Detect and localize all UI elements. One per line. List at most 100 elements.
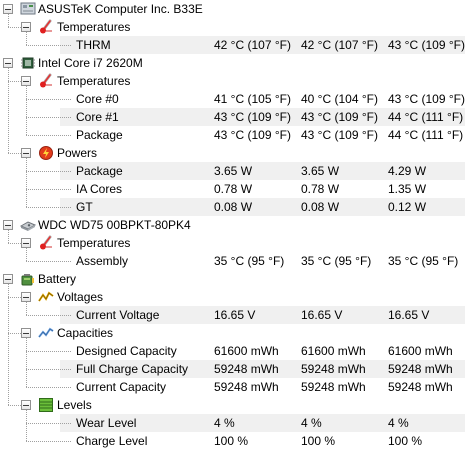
sensor-row[interactable]: Wear Level 4 % 4 % 4 % xyxy=(60,414,465,432)
group-name: Temperatures xyxy=(57,236,131,250)
tree-guide-line xyxy=(26,410,27,441)
tree-guide-line xyxy=(26,338,27,387)
sensor-label: Current Capacity xyxy=(76,380,167,394)
device-name: ASUSTeK Computer Inc. B33E xyxy=(38,2,203,16)
group-row[interactable]: Capacities xyxy=(0,324,465,342)
tree-guide-line xyxy=(26,302,27,315)
collapse-toggle[interactable] xyxy=(3,4,13,14)
group-name: Levels xyxy=(57,398,92,412)
value-max: 4.29 W xyxy=(388,164,427,178)
device-row[interactable]: Intel Core i7 2620M xyxy=(0,54,465,72)
collapse-toggle[interactable] xyxy=(21,148,31,158)
collapse-toggle[interactable] xyxy=(3,58,13,68)
collapse-toggle[interactable] xyxy=(3,274,13,284)
value-current: 100 % xyxy=(214,434,249,448)
tree-guide-line xyxy=(26,86,27,135)
value-min: 4 % xyxy=(301,416,322,430)
tree-guide-line xyxy=(26,32,27,45)
value-min: 42 °C (107 °F) xyxy=(301,38,378,52)
value-min: 43 °C (109 °F) xyxy=(301,128,378,142)
value-min: 16.65 V xyxy=(301,308,343,322)
group-name: Voltages xyxy=(57,290,104,304)
device-name: Battery xyxy=(38,272,77,286)
value-max: 35 °C (95 °F) xyxy=(388,254,459,268)
tree-guide-line xyxy=(8,81,21,82)
sensor-row[interactable]: Core #1 43 °C (109 °F) 43 °C (109 °F) 44 °C… xyxy=(60,108,465,126)
collapse-toggle[interactable] xyxy=(21,328,31,338)
collapse-toggle[interactable] xyxy=(21,400,31,410)
tree-guide-line xyxy=(26,45,71,46)
cpu-chip-icon xyxy=(20,55,36,71)
value-min: 61600 mWh xyxy=(301,344,366,358)
tree-guide-line xyxy=(8,405,21,406)
value-current: 43 °C (109 °F) xyxy=(214,128,291,142)
voltage-icon xyxy=(38,289,54,305)
value-min: 0.78 W xyxy=(301,182,340,196)
thermometer-icon xyxy=(38,73,54,89)
value-max: 4 % xyxy=(388,416,409,430)
collapse-toggle[interactable] xyxy=(3,220,13,230)
group-row[interactable]: Powers xyxy=(0,144,465,162)
value-max: 43 °C (109 °F) xyxy=(388,38,465,52)
value-max: 59248 mWh xyxy=(388,380,453,394)
tree-guide-line xyxy=(8,68,9,153)
tree-guide-line xyxy=(26,248,27,261)
sensor-row[interactable]: Current Voltage 16.65 V 16.65 V 16.65 V xyxy=(60,306,465,324)
group-name: Powers xyxy=(57,146,98,160)
device-name: Intel Core i7 2620M xyxy=(38,56,143,70)
tree-guide-line xyxy=(8,284,9,405)
value-max: 100 % xyxy=(388,434,423,448)
value-max: 61600 mWh xyxy=(388,344,453,358)
value-min: 43 °C (109 °F) xyxy=(301,110,378,124)
sensor-label: Core #1 xyxy=(76,110,119,124)
sensor-label: GT xyxy=(76,200,93,214)
tree-guide-line xyxy=(8,333,21,334)
hard-disk-icon xyxy=(19,217,37,233)
tree-guide-line xyxy=(8,153,21,154)
collapse-toggle[interactable] xyxy=(21,238,31,248)
group-row[interactable]: Temperatures xyxy=(0,234,465,252)
value-current: 16.65 V xyxy=(214,308,256,322)
sensor-row[interactable]: Package 3.65 W 3.65 W 4.29 W xyxy=(60,162,465,180)
sensor-row[interactable]: THRM 42 °C (107 °F) 42 °C (107 °F) 43 °C (1… xyxy=(60,36,465,54)
value-max: 0.12 W xyxy=(388,200,427,214)
tree-guide-line xyxy=(8,27,21,28)
tree-guide-line xyxy=(26,171,71,172)
battery-icon xyxy=(20,271,36,287)
collapse-toggle[interactable] xyxy=(21,22,31,32)
value-current: 3.65 W xyxy=(214,164,253,178)
power-icon xyxy=(38,145,54,161)
capacity-icon xyxy=(38,325,54,341)
tree-guide-line xyxy=(8,243,21,244)
group-row[interactable]: Voltages xyxy=(0,288,465,306)
value-current: 35 °C (95 °F) xyxy=(214,254,285,268)
group-row[interactable]: Temperatures xyxy=(0,72,465,90)
device-row[interactable]: ASUSTeK Computer Inc. B33E xyxy=(0,0,465,18)
sensor-row[interactable]: Full Charge Capacity 59248 mWh 59248 mWh 59… xyxy=(60,360,465,378)
value-max: 1.35 W xyxy=(388,182,427,196)
device-row[interactable]: WDC WD75 00BPKT-80PK4 xyxy=(0,216,465,234)
group-row[interactable]: Levels xyxy=(0,396,465,414)
tree-guide-line xyxy=(26,158,27,207)
sensor-row[interactable]: GT 0.08 W 0.08 W 0.12 W xyxy=(60,198,465,216)
sensor-label: Package xyxy=(76,128,123,142)
device-name: WDC WD75 00BPKT-80PK4 xyxy=(38,218,191,232)
sensor-label: Designed Capacity xyxy=(76,344,177,358)
sensor-label: Assembly xyxy=(76,254,129,268)
sensor-label: THRM xyxy=(76,38,111,52)
value-min: 59248 mWh xyxy=(301,362,366,376)
collapse-toggle[interactable] xyxy=(21,76,31,86)
device-row[interactable]: Battery xyxy=(0,270,465,288)
group-row[interactable]: Temperatures xyxy=(0,18,465,36)
tree-guide-line xyxy=(26,315,71,316)
value-current: 0.78 W xyxy=(214,182,253,196)
group-name: Capacities xyxy=(57,326,114,340)
collapse-toggle[interactable] xyxy=(21,292,31,302)
tree-guide-line xyxy=(26,423,71,424)
tree-guide-line xyxy=(26,441,71,442)
sensor-label: Current Voltage xyxy=(76,308,160,322)
value-current: 43 °C (109 °F) xyxy=(214,110,291,124)
tree-guide-line xyxy=(26,387,71,388)
value-max: 16.65 V xyxy=(388,308,430,322)
value-current: 4 % xyxy=(214,416,235,430)
